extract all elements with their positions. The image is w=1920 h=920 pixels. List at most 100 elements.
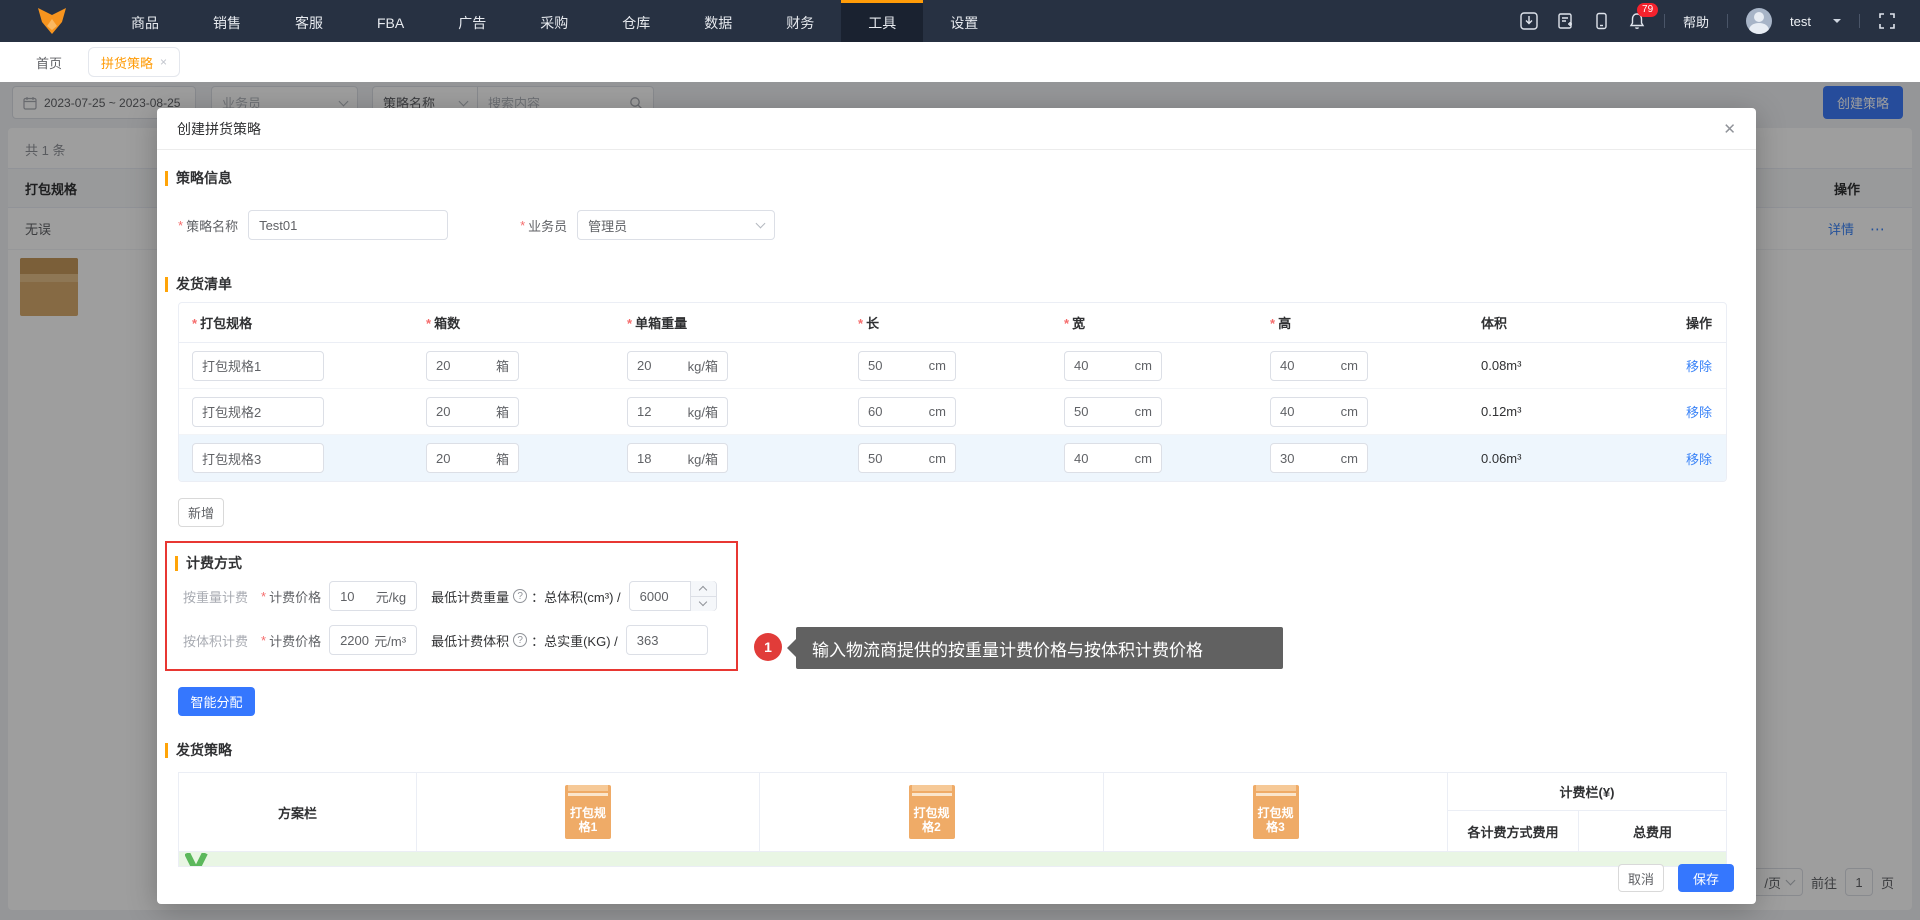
- close-icon[interactable]: ✕: [1723, 120, 1736, 138]
- app-logo[interactable]: [0, 0, 104, 42]
- nav-item-sales[interactable]: 销售: [186, 0, 268, 42]
- username[interactable]: test: [1790, 14, 1811, 29]
- mobile-icon[interactable]: [1592, 12, 1610, 30]
- boxes-input[interactable]: 20 箱: [426, 396, 519, 427]
- divider: [1664, 14, 1666, 28]
- help-circle-icon[interactable]: ?: [513, 633, 528, 647]
- package-icon: 打包规格2: [908, 785, 955, 839]
- min-volume-formula: ：总实重(KG) /: [531, 633, 618, 649]
- min-volume-label: 最低计费体积: [431, 633, 510, 649]
- spec3-column-header: 打包规格3: [1104, 773, 1448, 851]
- col-width: 宽: [1072, 316, 1086, 331]
- boxes-input[interactable]: 20 箱: [426, 350, 519, 381]
- unit-weight-input[interactable]: 20 kg/箱: [627, 350, 728, 381]
- height-input[interactable]: 30 cm: [1270, 443, 1368, 473]
- section-strategy-info: 策略信息: [165, 168, 1735, 188]
- save-button[interactable]: 保存: [1678, 864, 1734, 892]
- tab-home[interactable]: 首页: [36, 53, 62, 72]
- width-input[interactable]: 40 cm: [1064, 350, 1162, 381]
- tab-bar: 首页 拼货策略 ×: [0, 42, 1920, 82]
- volume-price-input[interactable]: 2200 元/m³: [329, 625, 418, 655]
- volume-value: 0.12m³: [1481, 404, 1522, 419]
- min-volume-divisor-input[interactable]: 363: [625, 625, 708, 655]
- nav-item-products[interactable]: 商品: [104, 0, 186, 42]
- cancel-button[interactable]: 取消: [1618, 864, 1664, 892]
- annotation-step-badge: 1: [754, 633, 782, 661]
- nav-item-purchase[interactable]: 采购: [513, 0, 595, 42]
- unit-weight-input[interactable]: 18 kg/箱: [627, 443, 728, 473]
- length-input[interactable]: 50 cm: [858, 443, 956, 473]
- col-boxes: 箱数: [434, 316, 461, 331]
- spinner-up-icon[interactable]: [691, 581, 716, 596]
- boxes-input[interactable]: 20 箱: [426, 443, 519, 473]
- nav-item-warehouse[interactable]: 仓库: [595, 0, 677, 42]
- width-input[interactable]: 50 cm: [1064, 396, 1162, 427]
- chevron-down-icon: [755, 218, 766, 229]
- required-mark: *: [426, 316, 432, 331]
- add-row-button[interactable]: 新增: [178, 498, 224, 527]
- length-input[interactable]: 60 cm: [858, 396, 956, 427]
- billing-subcol-total: 总费用: [1632, 824, 1672, 840]
- spec-name-input[interactable]: 打包规格1: [192, 350, 324, 381]
- tab-current[interactable]: 拼货策略 ×: [88, 47, 181, 77]
- package-icon: 打包规格1: [565, 785, 611, 839]
- download-icon[interactable]: [1520, 12, 1538, 30]
- top-navbar: 商品 销售 客服 FBA 广告 采购 仓库 数据 财务 工具 设置 79 帮助 …: [0, 0, 1920, 42]
- required-mark: *: [627, 316, 633, 331]
- required-mark: *: [520, 217, 526, 233]
- volume-value: 0.08m³: [1481, 358, 1522, 373]
- min-weight-label-group: 最低计费重量 ? ：总体积(cm³) /: [431, 587, 621, 606]
- spec-name-input[interactable]: 打包规格3: [192, 443, 324, 473]
- billing-column-header: 计费栏(¥) 各计费方式费用 总费用: [1448, 773, 1726, 851]
- strategy-name-field[interactable]: Test01: [248, 210, 449, 240]
- section-shipping-strategy: 发货策略: [165, 740, 1735, 760]
- remove-link[interactable]: 移除: [1668, 402, 1726, 421]
- remove-link[interactable]: 移除: [1668, 449, 1726, 468]
- min-weight-divisor-input[interactable]: 6000: [628, 581, 717, 612]
- strategy-table: 方案栏 打包规格1 打包规格2 打包规格3 计费栏(¥) 各计费方式费用 总费用: [178, 772, 1727, 867]
- tab-close-icon[interactable]: ×: [160, 55, 167, 69]
- nav-item-fba[interactable]: FBA: [350, 0, 431, 42]
- spec-name-input[interactable]: 打包规格2: [192, 396, 324, 427]
- nav-item-settings[interactable]: 设置: [923, 0, 1005, 42]
- required-mark: *: [261, 588, 267, 604]
- remove-link[interactable]: 移除: [1668, 356, 1726, 375]
- document-add-icon[interactable]: [1556, 12, 1574, 30]
- height-input[interactable]: 40 cm: [1270, 396, 1368, 427]
- section-bar: [165, 742, 168, 758]
- price-label: 计费价格: [269, 633, 322, 649]
- modal-title: 创建拼货策略: [177, 120, 261, 137]
- height-input[interactable]: 40 cm: [1270, 350, 1368, 381]
- required-mark: *: [858, 316, 864, 331]
- smart-allocate-button[interactable]: 智能分配: [178, 687, 255, 716]
- billing-section-highlight: 计费方式 按重量计费 * 计费价格 10 元/kg 最低计费重量 ? ：总体积(c…: [165, 541, 738, 671]
- fullscreen-icon[interactable]: [1878, 12, 1896, 30]
- by-weight-label: 按重量计费: [183, 589, 249, 605]
- annotation-tooltip: 输入物流商提供的按重量计费价格与按体积计费价格: [787, 627, 1283, 669]
- strategy-table-header: 方案栏 打包规格1 打包规格2 打包规格3 计费栏(¥) 各计费方式费用 总费用: [179, 773, 1726, 851]
- nav-item-tools[interactable]: 工具: [841, 0, 924, 42]
- salesman-field-select[interactable]: 管理员: [577, 210, 776, 240]
- unit-weight-input[interactable]: 12 kg/箱: [627, 396, 728, 427]
- nav-item-service[interactable]: 客服: [268, 0, 350, 42]
- help-circle-icon[interactable]: ?: [513, 589, 528, 603]
- help-link[interactable]: 帮助: [1683, 12, 1709, 31]
- weight-price-input[interactable]: 10 元/kg: [329, 581, 418, 611]
- shipping-table-header: * 打包规格 * 箱数 * 单箱重量 * 长 * 宽 * 高 体积 操作: [179, 303, 1726, 343]
- billing-subcol-methods: 各计费方式费用: [1448, 811, 1579, 851]
- nav-item-ads[interactable]: 广告: [431, 0, 513, 42]
- spinner-down-icon[interactable]: [690, 595, 716, 612]
- notifications-bell-icon[interactable]: 79: [1628, 3, 1659, 30]
- salesman-field-value: 管理员: [588, 218, 628, 234]
- section-billing: 计费方式: [175, 553, 736, 573]
- strategy-name-field-label: 策略名称: [186, 218, 239, 234]
- length-input[interactable]: 50 cm: [858, 350, 956, 381]
- nav-item-data[interactable]: 数据: [677, 0, 759, 42]
- user-avatar[interactable]: [1746, 8, 1773, 34]
- by-volume-label: 按体积计费: [183, 633, 249, 649]
- nav-item-finance[interactable]: 财务: [759, 0, 841, 42]
- spec1-column-header: 打包规格1: [417, 773, 760, 851]
- number-spinner[interactable]: [689, 581, 716, 612]
- width-input[interactable]: 40 cm: [1064, 443, 1162, 473]
- required-mark: *: [192, 316, 198, 331]
